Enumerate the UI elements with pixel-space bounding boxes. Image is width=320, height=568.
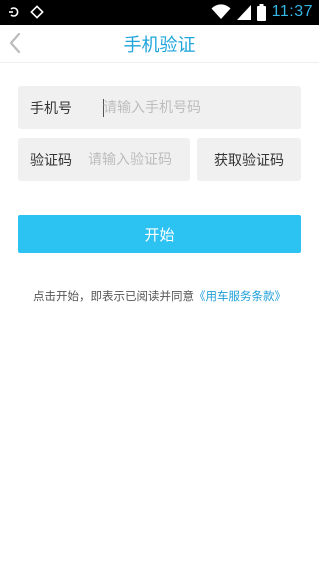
status-time: 11:37 bbox=[271, 3, 313, 20]
code-field[interactable]: 验证码 bbox=[18, 138, 190, 181]
get-code-button[interactable]: 获取验证码 bbox=[197, 138, 301, 181]
agreement-prefix: 点击开始，即表示已阅读并同意 bbox=[33, 289, 194, 303]
code-label: 验证码 bbox=[30, 152, 72, 169]
nav-bar: 手机验证 bbox=[0, 25, 319, 63]
start-button[interactable]: 开始 bbox=[18, 215, 301, 253]
code-input[interactable] bbox=[88, 138, 188, 181]
battery-icon bbox=[256, 3, 266, 21]
page-title: 手机验证 bbox=[123, 34, 196, 56]
phone-field[interactable]: 手机号 bbox=[18, 86, 301, 129]
alarm-icon bbox=[30, 5, 44, 19]
status-bar: 11:37 bbox=[0, 0, 319, 25]
phone-input[interactable] bbox=[103, 86, 293, 129]
agreement-text: 点击开始，即表示已阅读并同意《用车服务条款》 bbox=[0, 288, 319, 304]
phone-label: 手机号 bbox=[30, 100, 72, 117]
notification-icon bbox=[9, 7, 19, 17]
wifi-icon bbox=[211, 4, 231, 20]
signal-icon bbox=[236, 5, 251, 20]
terms-link[interactable]: 《用车服务条款》 bbox=[194, 289, 286, 303]
status-left-icons bbox=[8, 3, 44, 21]
status-right-icons: 11:37 bbox=[211, 2, 313, 22]
